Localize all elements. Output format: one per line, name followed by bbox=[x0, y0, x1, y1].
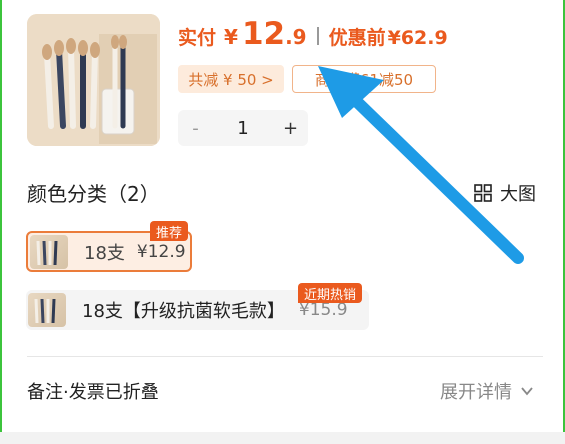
quantity-stepper: - 1 + bbox=[178, 110, 308, 146]
variant-thumbnail bbox=[28, 293, 66, 327]
variant-price: ¥12.9 bbox=[136, 241, 186, 262]
expand-details-label: 展开详情 bbox=[440, 382, 512, 403]
total-discount-tag[interactable]: 共减 ¥ 50 > bbox=[178, 65, 284, 93]
variant-name: 18支【升级抗菌软毛款】 bbox=[82, 301, 285, 322]
section-divider bbox=[27, 356, 543, 357]
paid-label: 实付 bbox=[178, 27, 217, 49]
price-decimal: .9 bbox=[285, 25, 307, 49]
hot-selling-badge: 近期热销 bbox=[298, 283, 363, 303]
price-integer: 12 bbox=[241, 16, 286, 52]
expand-details-button[interactable]: 展开详情 bbox=[440, 378, 534, 404]
large-image-label: 大图 bbox=[500, 184, 536, 205]
recommended-badge: 推荐 bbox=[150, 221, 189, 241]
currency-symbol: ¥ bbox=[224, 25, 238, 49]
variant-price: ¥15.9 bbox=[298, 300, 348, 320]
price-line: 实付 ¥ 12 .9 优惠前 ¥62.9 bbox=[178, 16, 448, 56]
price-divider bbox=[316, 27, 319, 45]
quantity-value[interactable]: 1 bbox=[213, 118, 273, 139]
original-price-label: 优惠前 bbox=[328, 27, 386, 49]
grid-icon bbox=[474, 184, 492, 202]
variant-thumbnail bbox=[30, 234, 68, 269]
decrease-button[interactable]: - bbox=[178, 118, 213, 139]
original-price: ¥62.9 bbox=[387, 27, 448, 49]
color-category-title: 颜色分类（2） bbox=[27, 182, 160, 206]
notes-invoice-collapsed: 备注·发票已折叠 bbox=[27, 382, 159, 403]
increase-button[interactable]: + bbox=[273, 118, 308, 139]
shop-promotion-tag[interactable]: 商品满61减50 bbox=[292, 65, 436, 93]
frame-border-left bbox=[0, 0, 2, 444]
chevron-down-icon bbox=[521, 387, 533, 396]
variant-name: 18支 bbox=[84, 242, 125, 264]
bottom-bar bbox=[0, 432, 565, 444]
product-image[interactable] bbox=[27, 14, 160, 146]
large-image-toggle[interactable]: 大图 bbox=[474, 180, 536, 206]
